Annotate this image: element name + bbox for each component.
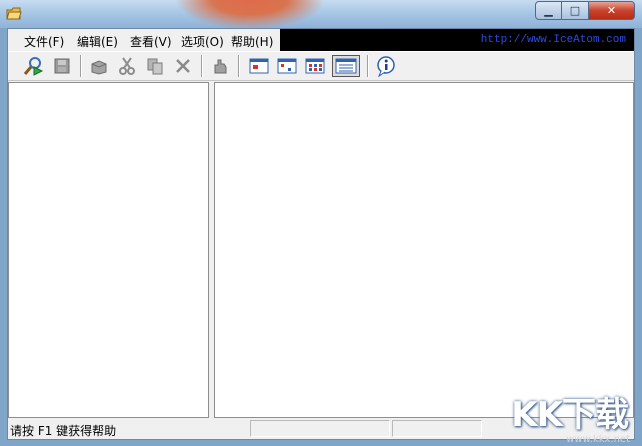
watermark-logo: KK下载 [511,395,629,435]
app-window: 文件(F) 编辑(E) 查看(V) 选项(O) 帮助(H) http://www… [7,28,635,440]
large-icons-view-icon[interactable] [247,55,271,77]
status-cell [392,420,482,437]
title-bar[interactable]: ▁ □ ✕ [0,0,642,30]
toolbar-separator [367,55,369,77]
toolbar-separator [80,55,82,77]
list-view-icon[interactable] [303,55,327,77]
list-pane[interactable] [214,82,634,418]
url-banner: http://www.IceAtom.com [280,29,634,51]
details-view-icon[interactable] [332,55,360,77]
menu-bar: 文件(F) 编辑(E) 查看(V) 选项(O) 帮助(H) http://www… [8,29,634,51]
desktop-glow [175,0,325,30]
menu-help[interactable]: 帮助(H) [231,33,273,50]
search-run-icon[interactable] [21,55,45,77]
status-cell [250,420,390,437]
toolbar-separator [201,55,203,77]
menu-file[interactable]: 文件(F) [24,33,64,50]
scissors-icon[interactable] [115,55,139,77]
info-icon[interactable] [374,55,398,77]
website-link[interactable]: http://www.IceAtom.com [481,34,626,46]
watermark: KK下载 www.kkx.net [500,386,642,446]
watermark-url: www.kkx.net [566,434,630,445]
toolbar-separator [238,55,240,77]
menu-options[interactable]: 选项(O) [181,33,224,50]
hand-icon[interactable] [208,55,232,77]
delete-x-icon[interactable] [171,55,195,77]
box-open-icon[interactable] [87,55,111,77]
menu-edit[interactable]: 编辑(E) [77,33,118,50]
menu-view[interactable]: 查看(V) [130,33,172,50]
disk-icon[interactable] [50,55,74,77]
status-text: 请按 F1 键获得帮助 [10,424,117,438]
close-button[interactable]: ✕ [589,1,635,20]
minimize-button[interactable]: ▁ [535,1,562,20]
small-icons-view-icon[interactable] [275,55,299,77]
tree-pane[interactable] [8,82,209,418]
maximize-button[interactable]: □ [562,1,589,20]
copy-icon[interactable] [143,55,167,77]
toolbar [8,51,634,81]
folder-app-icon [6,7,22,20]
